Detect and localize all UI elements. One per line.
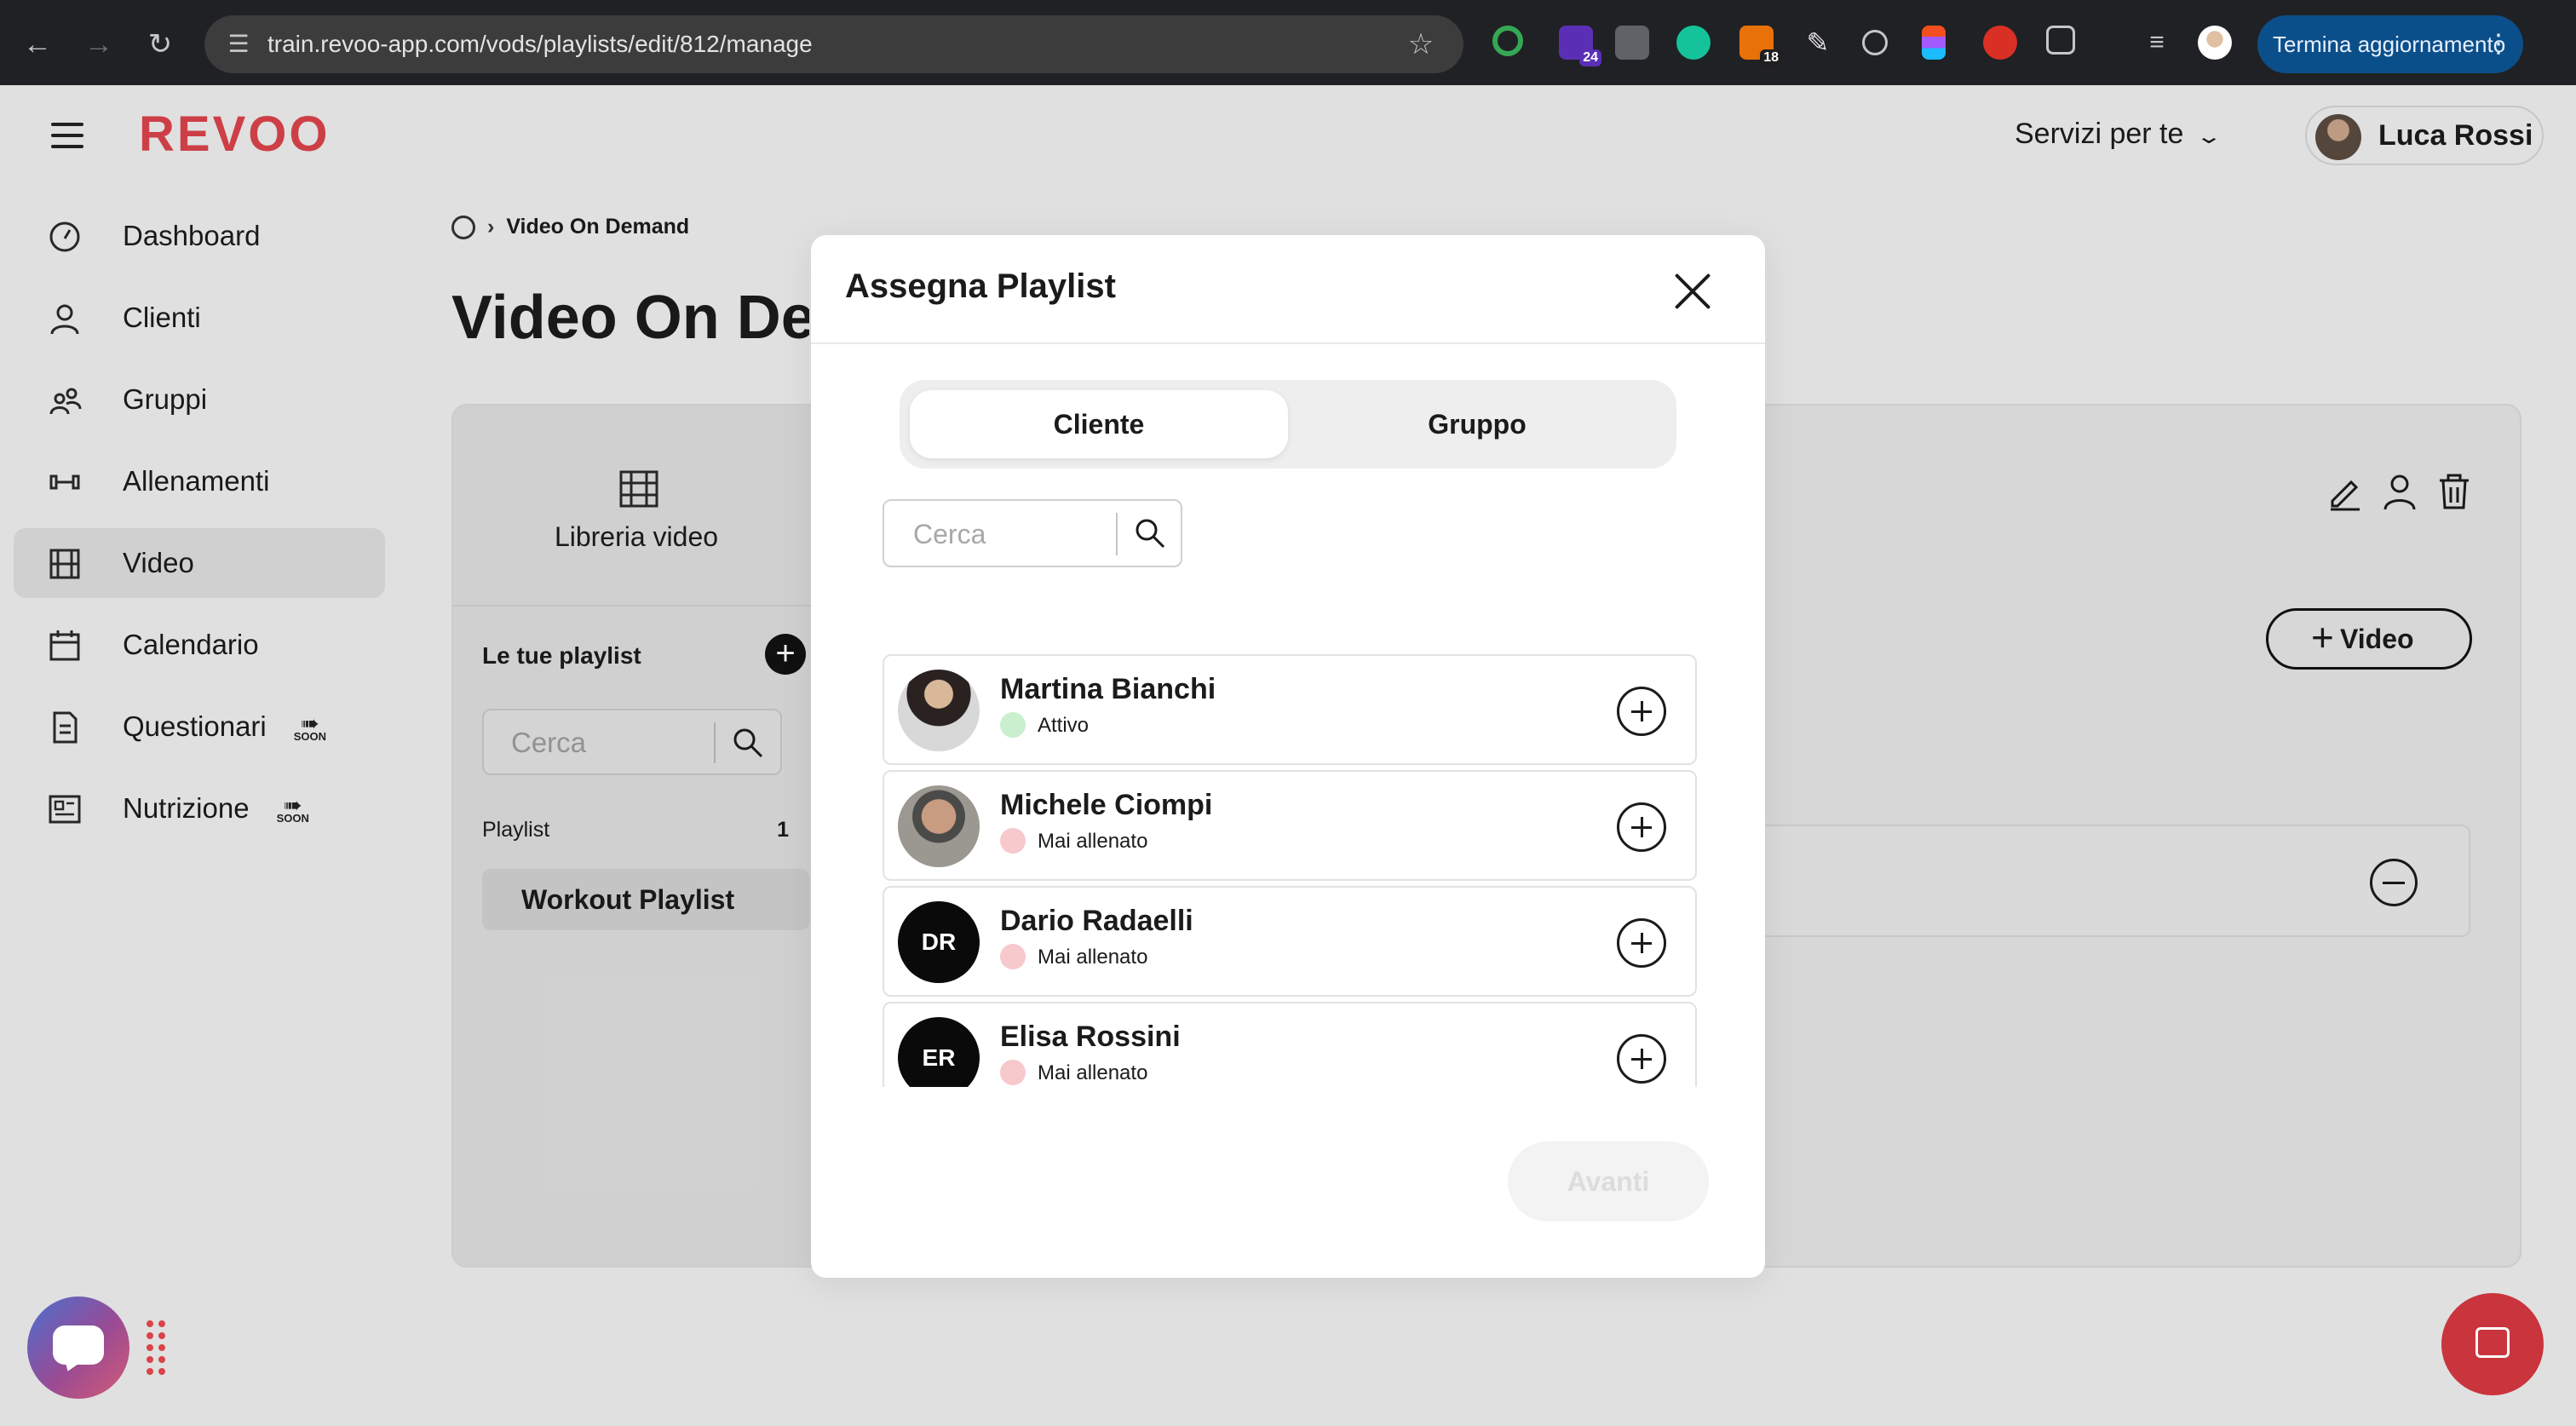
media-queue-icon[interactable]: ≡ [2140,26,2174,60]
messages-button[interactable] [2441,1293,2544,1395]
list-item: ER Elisa Rossini Mai allenato [883,1002,1697,1087]
client-status-label: Mai allenato [1038,946,1148,969]
modal-title: Assegna Playlist [845,267,1116,305]
client-status: Mai allenato [1000,1059,1148,1085]
extension-code-icon[interactable] [1615,26,1649,60]
assign-playlist-modal: Assegna Playlist Cliente Gruppo Cerca Ma… [811,235,1765,1278]
extension-hat-icon[interactable]: 24 [1559,26,1601,66]
client-status: Mai allenato [1000,943,1148,969]
grammarly-icon[interactable] [1676,26,1711,60]
avatar: DR [898,901,980,983]
reload-icon[interactable]: ↻ [141,26,179,63]
next-button[interactable]: Avanti [1508,1141,1709,1222]
search-placeholder: Cerca [913,519,986,549]
add-client-button[interactable] [1617,802,1666,852]
avatar: ER [898,1017,980,1087]
add-client-button[interactable] [1617,687,1666,736]
assign-target-toggle: Cliente Gruppo [900,380,1676,469]
add-client-button[interactable] [1617,918,1666,968]
client-status: Mai allenato [1000,827,1148,854]
message-icon [2475,1327,2510,1358]
client-name: Elisa Rossini [1000,1021,1181,1053]
client-status-label: Mai allenato [1038,1061,1148,1084]
status-dot [1000,827,1026,854]
browser-toolbar: ← → ↻ ☰ train.revoo-app.com/vods/playlis… [0,0,2576,85]
address-bar[interactable]: ☰ train.revoo-app.com/vods/playlists/edi… [204,15,1463,73]
client-status-label: Mai allenato [1038,830,1148,853]
modal-header: Assegna Playlist [811,235,1765,344]
tab-gruppo[interactable]: Gruppo [1288,390,1666,458]
list-item: DR Dario Radaelli Mai allenato [883,886,1697,997]
support-chat-button[interactable] [27,1297,129,1399]
client-status-label: Attivo [1038,714,1090,737]
client-status: Attivo [1000,711,1090,738]
color-picker-icon[interactable]: ✎ [1801,26,1835,60]
list-item: Martina Bianchi Attivo [883,654,1697,765]
client-name: Dario Radaelli [1000,905,1193,937]
extension-orange-icon[interactable]: 18 [1739,26,1782,66]
status-dot [1000,1059,1026,1085]
update-label: Termina aggiornamento [2273,32,2506,57]
client-name: Michele Ciompi [1000,789,1213,821]
divider [1116,513,1118,555]
profile-avatar-icon[interactable] [2198,26,2232,60]
add-client-button[interactable] [1617,1034,1666,1084]
avatar [898,670,980,751]
chat-bubble-icon [53,1325,104,1365]
client-search-input[interactable]: Cerca [883,499,1182,567]
figma-icon[interactable] [1922,26,1946,60]
back-icon[interactable]: ← [19,26,56,63]
client-name: Martina Bianchi [1000,673,1216,705]
update-button[interactable]: Termina aggiornamento ⋮ [2257,15,2523,73]
extension-badge: 24 [1579,49,1601,66]
status-dot [1000,711,1026,738]
extension-circle-icon[interactable] [1492,26,1523,56]
avatar [898,785,980,867]
url-text[interactable]: train.revoo-app.com/vods/playlists/edit/… [267,15,813,73]
forward-icon[interactable]: → [80,26,118,63]
extension-badge: 18 [1760,49,1782,66]
site-settings-icon[interactable]: ☰ [220,26,257,63]
list-item: Michele Ciompi Mai allenato [883,770,1697,881]
block-hand-icon[interactable] [1983,26,2017,60]
client-list: Martina Bianchi Attivo Michele Ciompi Ma… [883,654,1697,1087]
search-icon[interactable] [1133,516,1167,550]
extensions-puzzle-icon[interactable] [2046,26,2075,55]
tab-cliente[interactable]: Cliente [910,390,1288,458]
bookmark-star-icon[interactable]: ☆ [1402,26,1440,63]
status-dot [1000,943,1026,969]
check-circle-icon[interactable] [1862,30,1888,55]
menu-kebab-icon[interactable]: ⋮ [2486,15,2511,73]
drag-handle-icon[interactable] [147,1320,167,1377]
close-icon[interactable] [1671,269,1714,312]
